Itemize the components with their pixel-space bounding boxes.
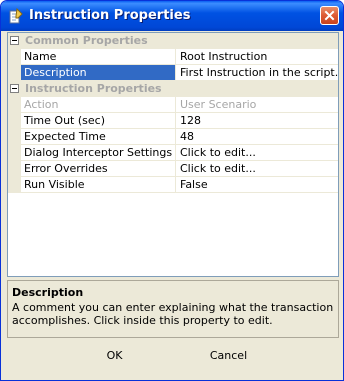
close-button[interactable] (320, 6, 339, 25)
property-name[interactable]: Run Visible (21, 177, 176, 193)
category-label: Instruction Properties (25, 82, 162, 95)
row-gutter (8, 129, 21, 145)
row-gutter (8, 113, 21, 129)
property-value[interactable]: Click to edit... (176, 145, 338, 161)
property-value[interactable]: Click to edit... (176, 161, 338, 177)
collapse-minus-icon[interactable] (10, 36, 19, 45)
property-name[interactable]: Time Out (sec) (21, 113, 176, 129)
property-grid[interactable]: Common Properties Name Root Instruction … (7, 32, 339, 277)
property-value[interactable]: 48 (176, 129, 338, 145)
window-title: Instruction Properties (29, 8, 191, 23)
category-row-common[interactable]: Common Properties (8, 33, 338, 49)
row-gutter (8, 161, 21, 177)
pencil-paper-icon (8, 7, 24, 24)
description-panel: Description A comment you can enter expl… (7, 280, 339, 338)
category-row-instruction[interactable]: Instruction Properties (8, 81, 338, 97)
title-bar[interactable]: Instruction Properties (1, 1, 343, 31)
property-value[interactable]: False (176, 177, 338, 193)
property-name[interactable]: Description (21, 65, 176, 81)
property-row-expected-time[interactable]: Expected Time 48 (8, 129, 338, 145)
property-value[interactable]: First Instruction in the script. (176, 65, 338, 81)
collapse-minus-icon[interactable] (10, 84, 19, 93)
row-gutter (8, 145, 21, 161)
category-label: Common Properties (25, 34, 148, 47)
property-name[interactable]: Error Overrides (21, 161, 176, 177)
row-gutter (8, 177, 21, 193)
property-name[interactable]: Name (21, 49, 176, 65)
property-row-dialog-interceptor[interactable]: Dialog Interceptor Settings Click to edi… (8, 145, 338, 161)
property-row-name[interactable]: Name Root Instruction (8, 49, 338, 65)
description-title: Description (12, 286, 84, 299)
property-row-action[interactable]: Action User Scenario (8, 97, 338, 113)
property-value[interactable]: Root Instruction (176, 49, 338, 65)
row-gutter (8, 97, 21, 113)
property-name[interactable]: Action (21, 97, 176, 113)
property-row-description[interactable]: Description First Instruction in the scr… (8, 65, 338, 81)
close-x-icon (324, 10, 335, 21)
property-name[interactable]: Dialog Interceptor Settings (21, 145, 176, 161)
property-row-run-visible[interactable]: Run Visible False (8, 177, 338, 193)
ok-button[interactable]: OK (77, 345, 152, 367)
row-gutter (8, 65, 21, 81)
description-text: A comment you can enter explaining what … (12, 301, 334, 327)
property-value[interactable]: 128 (176, 113, 338, 129)
property-value[interactable]: User Scenario (176, 97, 338, 113)
property-name[interactable]: Expected Time (21, 129, 176, 145)
cancel-button[interactable]: Cancel (191, 345, 266, 367)
row-gutter (8, 49, 21, 65)
property-row-timeout[interactable]: Time Out (sec) 128 (8, 113, 338, 129)
instruction-properties-dialog: Instruction Properties Common Properties… (0, 0, 344, 381)
property-row-error-overrides[interactable]: Error Overrides Click to edit... (8, 161, 338, 177)
